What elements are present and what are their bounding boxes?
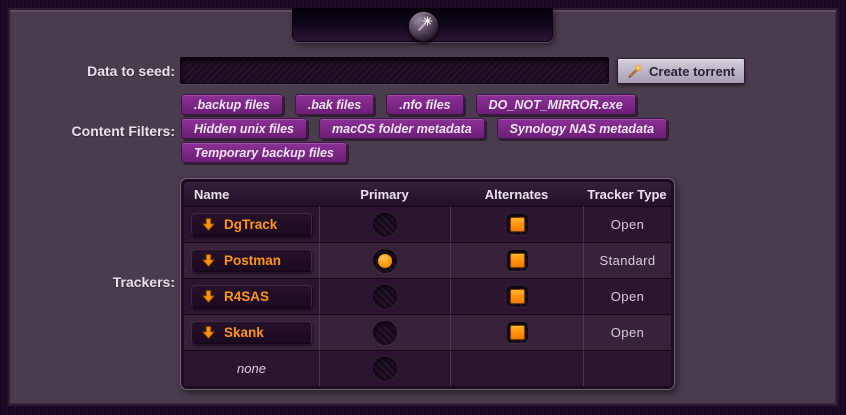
magic-wand-icon <box>627 63 643 79</box>
create-torrent-button[interactable]: Create torrent <box>617 58 745 84</box>
alternates-checkbox[interactable] <box>507 250 528 271</box>
tracker-name-label: DgTrack <box>224 217 277 232</box>
filter-chip[interactable]: .nfo files <box>386 94 463 115</box>
app-window: Data to seed: Create torrent Content Fil… <box>0 0 846 415</box>
tracker-name-label: Postman <box>224 253 281 268</box>
tracker-type-cell <box>583 350 671 386</box>
filter-chip-rows: .backup files .bak files .nfo files DO_NOT_… <box>181 94 667 163</box>
alternates-checkbox[interactable] <box>507 322 528 343</box>
tracker-type-cell: Open <box>583 278 671 314</box>
tracker-alternates-cell <box>450 206 583 242</box>
tracker-name-cell: R4SAS <box>184 278 319 314</box>
data-to-seed-label: Data to seed: <box>0 63 175 79</box>
filter-chip[interactable]: Synology NAS metadata <box>497 118 667 139</box>
tracker-name-cell: Skank <box>184 314 319 350</box>
trackers-label: Trackers: <box>0 274 175 290</box>
primary-radio[interactable] <box>373 249 397 273</box>
tracker-alternates-cell <box>450 242 583 278</box>
tracker-name-button[interactable]: Skank <box>191 321 312 344</box>
filter-chip[interactable]: .backup files <box>181 94 283 115</box>
tracker-type-label: Open <box>611 217 644 232</box>
tracker-primary-cell <box>319 206 450 242</box>
download-arrow-icon <box>201 253 216 268</box>
tracker-primary-cell <box>319 350 450 386</box>
tracker-type-label: Open <box>611 325 644 340</box>
tracker-type-label: Standard <box>600 253 656 268</box>
trackers-table-grid: NamePrimaryAlternatesTracker Type DgTrack… <box>184 182 671 386</box>
tracker-column-header: Alternates <box>450 182 583 206</box>
primary-radio[interactable] <box>373 285 397 309</box>
tracker-name-button[interactable]: R4SAS <box>191 285 312 308</box>
data-to-seed-input[interactable] <box>180 57 609 84</box>
magic-wand-icon <box>414 14 434 39</box>
tracker-column-header: Name <box>184 182 319 206</box>
filter-chip[interactable]: DO_NOT_MIRROR.exe <box>476 94 636 115</box>
filter-chip[interactable]: .bak files <box>295 94 375 115</box>
tracker-name-cell: DgTrack <box>184 206 319 242</box>
tracker-type-cell: Standard <box>583 242 671 278</box>
filter-chip-row: Temporary backup files <box>181 142 667 163</box>
tracker-primary-cell <box>319 278 450 314</box>
download-arrow-icon <box>201 325 216 340</box>
tracker-name-button[interactable]: Postman <box>191 249 312 272</box>
filter-chip[interactable]: Hidden unix files <box>181 118 307 139</box>
content-filters-label: Content Filters: <box>0 123 175 139</box>
magic-wand-orb-button[interactable] <box>408 11 439 42</box>
tracker-name-label: R4SAS <box>224 289 269 304</box>
alternates-checkbox[interactable] <box>507 286 528 307</box>
download-arrow-icon <box>201 289 216 304</box>
tracker-type-cell: Open <box>583 314 671 350</box>
download-arrow-icon <box>201 217 216 232</box>
filter-chip-row: Hidden unix files macOS folder metadata Sy… <box>181 118 667 139</box>
trackers-table: NamePrimaryAlternatesTracker Type DgTrack… <box>180 178 675 390</box>
filter-chip[interactable]: macOS folder metadata <box>319 118 485 139</box>
tracker-alternates-cell <box>450 350 583 386</box>
primary-radio[interactable] <box>373 357 397 381</box>
primary-radio[interactable] <box>373 213 397 237</box>
filter-chip-row: .backup files .bak files .nfo files DO_NOT_… <box>181 94 667 115</box>
tracker-type-label: Open <box>611 289 644 304</box>
tracker-alternates-cell <box>450 314 583 350</box>
tracker-none-label: none <box>237 361 266 376</box>
tracker-name-button[interactable]: DgTrack <box>191 213 312 236</box>
tracker-primary-cell <box>319 242 450 278</box>
tracker-type-cell: Open <box>583 206 671 242</box>
top-toolbar <box>292 8 553 42</box>
tracker-primary-cell <box>319 314 450 350</box>
tracker-name-cell: Postman <box>184 242 319 278</box>
tracker-name-cell: none <box>184 350 319 386</box>
alternates-checkbox[interactable] <box>507 214 528 235</box>
tracker-name-label: Skank <box>224 325 264 340</box>
tracker-column-header: Primary <box>319 182 450 206</box>
tracker-column-header: Tracker Type <box>583 182 671 206</box>
tracker-alternates-cell <box>450 278 583 314</box>
create-torrent-button-label: Create torrent <box>649 64 735 79</box>
filter-chip[interactable]: Temporary backup files <box>181 142 347 163</box>
primary-radio[interactable] <box>373 321 397 345</box>
